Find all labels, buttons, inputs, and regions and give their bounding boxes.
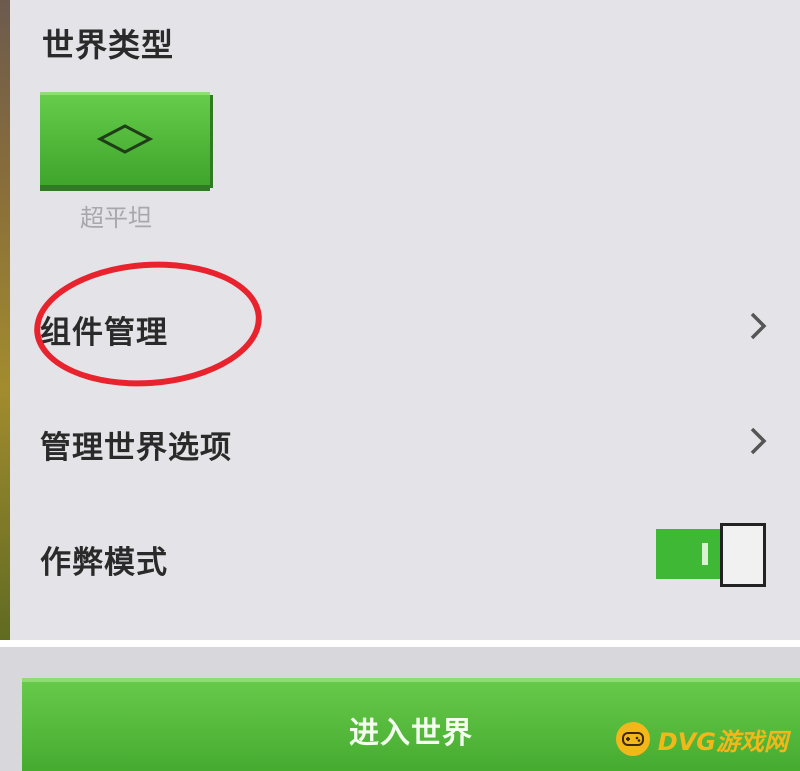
cheats-label: 作弊模式: [40, 545, 168, 581]
background-edge: [0, 0, 10, 645]
menu-item-label: 组件管理: [40, 315, 168, 351]
toggle-knob[interactable]: [720, 523, 766, 587]
toggle-on-mark: [702, 543, 708, 565]
world-type-heading: 世界类型: [42, 26, 175, 64]
menu-item-manage-world-options[interactable]: 管理世界选项: [10, 400, 800, 480]
world-type-button[interactable]: [40, 92, 210, 185]
menu-item-label: 管理世界选项: [40, 430, 232, 466]
enter-world-button[interactable]: 进入世界: [22, 678, 800, 771]
enter-world-label: 进入世界: [349, 716, 473, 751]
diamond-outline-icon: [97, 124, 153, 154]
chevron-right-icon: [750, 312, 767, 340]
divider: [0, 640, 800, 647]
world-type-label: 超平坦: [80, 204, 152, 232]
menu-item-component-management[interactable]: 组件管理: [10, 285, 800, 365]
cheats-toggle[interactable]: [656, 523, 768, 587]
chevron-right-icon: [750, 427, 767, 455]
